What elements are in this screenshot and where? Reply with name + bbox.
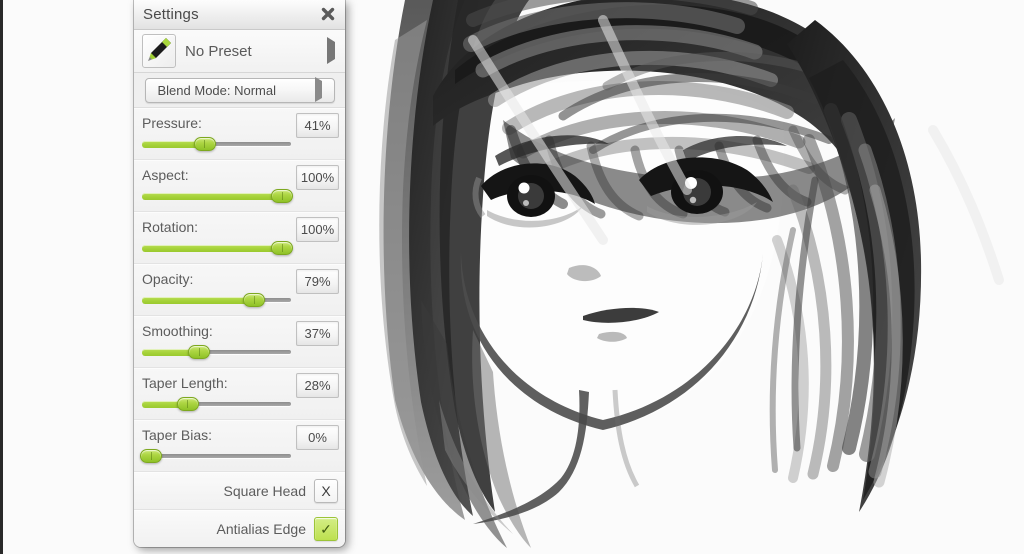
- toggle-label: Antialias Edge: [216, 521, 306, 537]
- panel-header: Settings: [134, 0, 345, 30]
- slider-value-input[interactable]: 28%: [296, 373, 339, 398]
- slider-track-background: [142, 454, 291, 458]
- slider-label: Rotation:: [142, 219, 199, 235]
- slider-thumb[interactable]: [243, 293, 266, 307]
- slider-row: Rotation: 100%: [134, 212, 345, 264]
- slider-label: Smoothing:: [142, 323, 213, 339]
- blend-mode-label: Blend Mode: Normal: [157, 82, 277, 98]
- application-window: Settings No Preset Blend Mode: Normal Pr…: [0, 0, 1024, 554]
- slider-row: Opacity: 79%: [134, 264, 345, 316]
- slider-thumb[interactable]: [176, 397, 199, 411]
- slider-track[interactable]: [142, 397, 291, 411]
- slider-label: Aspect:: [142, 167, 189, 183]
- page-title: Settings: [143, 6, 199, 23]
- cross-icon[interactable]: X: [314, 479, 338, 503]
- slider-track[interactable]: [142, 137, 291, 151]
- slider-value-input[interactable]: 100%: [296, 165, 339, 190]
- toggle-row: Antialias Edge ✓: [134, 510, 345, 547]
- close-icon[interactable]: [319, 5, 337, 23]
- slider-track[interactable]: [142, 189, 293, 203]
- brush-settings-panel: Settings No Preset Blend Mode: Normal Pr…: [134, 0, 345, 547]
- slider-value-input[interactable]: 41%: [296, 113, 339, 138]
- slider-thumb[interactable]: [271, 241, 293, 255]
- triangle-right-icon[interactable]: [327, 37, 335, 64]
- slider-track-fill: [142, 297, 255, 304]
- slider-thumb[interactable]: [271, 189, 293, 203]
- toggle-list: Square Head X Antialias Edge ✓: [134, 472, 345, 547]
- toggle-label: Square Head: [223, 483, 306, 499]
- toggle-row: Square Head X: [134, 472, 345, 510]
- slider-thumb[interactable]: [188, 345, 211, 359]
- slider-value-input[interactable]: 79%: [296, 269, 339, 294]
- slider-value-input[interactable]: 0%: [296, 425, 339, 450]
- slider-thumb[interactable]: [140, 449, 162, 463]
- preset-label: No Preset: [185, 42, 252, 60]
- slider-label: Taper Bias:: [142, 427, 213, 443]
- slider-value-input[interactable]: 100%: [296, 217, 339, 242]
- slider-track[interactable]: [142, 293, 291, 307]
- blend-mode-button[interactable]: Blend Mode: Normal: [144, 77, 335, 103]
- slider-track[interactable]: [142, 345, 291, 359]
- marker-brush-icon: [142, 34, 176, 68]
- slider-row: Aspect: 100%: [134, 160, 345, 212]
- slider-track-fill: [142, 193, 282, 200]
- slider-label: Opacity:: [142, 271, 194, 287]
- slider-track-fill: [142, 245, 282, 252]
- slider-track[interactable]: [140, 449, 291, 463]
- slider-row: Taper Bias: 0%: [134, 420, 345, 472]
- blend-mode-row: Blend Mode: Normal: [134, 73, 345, 108]
- slider-value-input[interactable]: 37%: [296, 321, 339, 346]
- chevron-right-icon: [314, 77, 322, 102]
- slider-row: Pressure: 41%: [134, 108, 345, 160]
- slider-list: Pressure: 41% Aspect: 100% Rotation: 100% Opac…: [134, 108, 345, 472]
- checkmark-icon[interactable]: ✓: [314, 517, 338, 541]
- slider-row: Smoothing: 37%: [134, 316, 345, 368]
- slider-label: Taper Length:: [142, 375, 228, 391]
- slider-thumb[interactable]: [193, 137, 216, 151]
- slider-label: Pressure:: [142, 115, 202, 131]
- slider-row: Taper Length: 28%: [134, 368, 345, 420]
- slider-track[interactable]: [142, 241, 293, 255]
- preset-selector-row[interactable]: No Preset: [134, 30, 345, 73]
